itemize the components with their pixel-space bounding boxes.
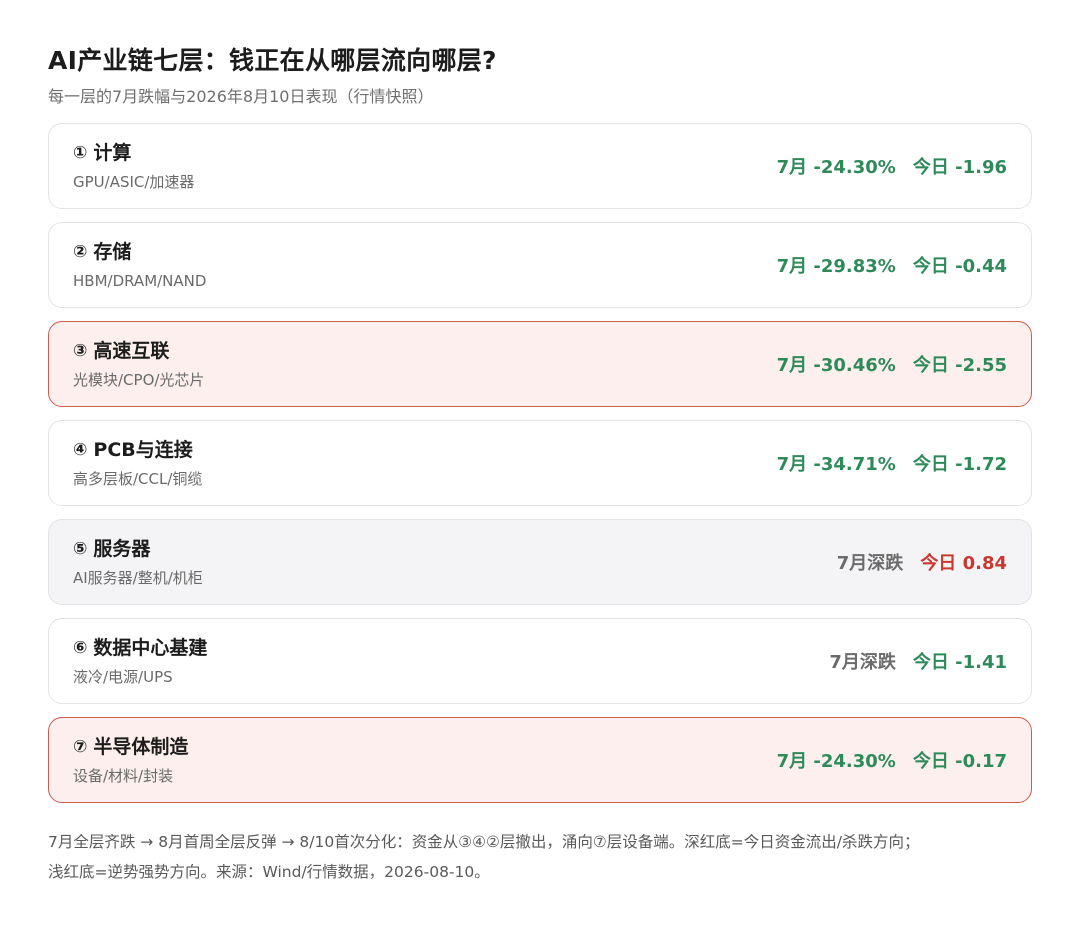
layer-name: 存储 — [93, 240, 132, 263]
layer-number: ① — [73, 142, 88, 163]
layer-number: ③ — [73, 340, 88, 361]
today-change: 今日 -0.44 — [912, 256, 1007, 277]
layer-description: GPU/ASIC/加速器 — [73, 172, 195, 191]
layer-name: 数据中心基建 — [93, 636, 208, 659]
layer-number: ② — [73, 241, 88, 262]
layer-info: ⑦ 半导体制造 设备/材料/封装 — [73, 735, 188, 786]
july-change: 7月 -29.83% — [776, 256, 896, 277]
footnote-line-2: 浅红底=逆势强势方向。来源：Wind/行情数据，2026-08-10。 — [48, 863, 490, 881]
layer-info: ⑤ 服务器 AI服务器/整机/机柜 — [73, 537, 203, 588]
july-change: 7月 -24.30% — [776, 751, 896, 772]
layer-metrics: 7月深跌 今日 0.84 — [837, 549, 1007, 575]
layer-metrics: 7月 -30.46% 今日 -2.55 — [777, 351, 1007, 377]
july-change: 7月 -24.30% — [776, 157, 896, 178]
july-change: 7月深跌 — [836, 553, 904, 574]
layer-metrics: 7月 -24.30% 今日 -0.17 — [777, 747, 1007, 773]
page-subtitle: 每一层的7月跌幅与2026年8月10日表现（行情快照） — [48, 87, 434, 106]
today-change: 今日 0.84 — [920, 553, 1007, 574]
layer-card-5: ⑤ 服务器 AI服务器/整机/机柜 7月深跌 今日 0.84 — [48, 519, 1032, 605]
layer-info: ④ PCB与连接 高多层板/CCL/铜缆 — [73, 438, 202, 489]
layer-description: AI服务器/整机/机柜 — [73, 568, 203, 587]
layer-name: 服务器 — [93, 537, 151, 560]
july-change: 7月 -30.46% — [776, 355, 896, 376]
layer-name: 计算 — [93, 141, 132, 164]
july-change: 7月深跌 — [829, 652, 896, 673]
layer-card-1: ① 计算 GPU/ASIC/加速器 7月 -24.30% 今日 -1.96 — [48, 123, 1032, 209]
layer-number: ⑤ — [73, 538, 88, 559]
layer-card-4: ④ PCB与连接 高多层板/CCL/铜缆 7月 -34.71% 今日 -1.72 — [48, 420, 1032, 506]
layer-description: 液冷/电源/UPS — [73, 667, 173, 686]
layer-number: ④ — [73, 439, 88, 460]
layer-info: ① 计算 GPU/ASIC/加速器 — [73, 141, 194, 192]
layer-card-3: ③ 高速互联 光模块/CPO/光芯片 7月 -30.46% 今日 -2.55 — [48, 321, 1032, 407]
layer-description: 光模块/CPO/光芯片 — [73, 370, 205, 389]
today-change: 今日 -1.41 — [912, 652, 1007, 673]
july-change: 7月 -34.71% — [776, 454, 896, 475]
layer-info: ② 存储 HBM/DRAM/NAND — [73, 240, 206, 291]
layer-metrics: 7月 -29.83% 今日 -0.44 — [777, 252, 1007, 278]
layer-name: 半导体制造 — [93, 735, 189, 758]
layer-description: 设备/材料/封装 — [73, 766, 174, 785]
layer-metrics: 7月 -34.71% 今日 -1.72 — [777, 450, 1007, 476]
page: AI产业链七层：钱正在从哪层流向哪层? 每一层的7月跌幅与2026年8月10日表… — [0, 0, 1080, 940]
layer-metrics: 7月深跌 今日 -1.41 — [829, 648, 1007, 674]
footnote-line-1: 7月全层齐跌 → 8月首周全层反弹 → 8/10首次分化：资金从③④②层撤出，涌… — [48, 833, 920, 851]
layer-list: ① 计算 GPU/ASIC/加速器 7月 -24.30% 今日 -1.96 ② … — [48, 123, 1032, 803]
layer-info: ⑥ 数据中心基建 液冷/电源/UPS — [73, 636, 207, 687]
layer-number: ⑥ — [73, 637, 88, 658]
today-change: 今日 -1.72 — [912, 454, 1007, 475]
layer-info: ③ 高速互联 光模块/CPO/光芯片 — [73, 339, 204, 390]
layer-card-2: ② 存储 HBM/DRAM/NAND 7月 -29.83% 今日 -0.44 — [48, 222, 1032, 308]
layer-name: PCB与连接 — [93, 438, 193, 461]
layer-number: ⑦ — [73, 736, 88, 757]
today-change: 今日 -0.17 — [912, 751, 1007, 772]
today-change: 今日 -1.96 — [912, 157, 1007, 178]
layer-description: HBM/DRAM/NAND — [73, 271, 207, 290]
today-change: 今日 -2.55 — [912, 355, 1007, 376]
footnote: 7月全层齐跌 → 8月首周全层反弹 → 8/10首次分化：资金从③④②层撤出，涌… — [48, 827, 1032, 887]
layer-metrics: 7月 -24.30% 今日 -1.96 — [777, 153, 1007, 179]
layer-card-6: ⑥ 数据中心基建 液冷/电源/UPS 7月深跌 今日 -1.41 — [48, 618, 1032, 704]
page-title: AI产业链七层：钱正在从哪层流向哪层? — [48, 46, 497, 75]
layer-card-7: ⑦ 半导体制造 设备/材料/封装 7月 -24.30% 今日 -0.17 — [48, 717, 1032, 803]
layer-name: 高速互联 — [93, 339, 170, 362]
layer-description: 高多层板/CCL/铜缆 — [73, 469, 203, 488]
